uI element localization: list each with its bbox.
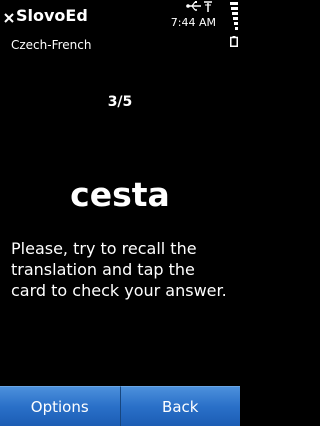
- options-button[interactable]: Options: [0, 386, 121, 426]
- app-title: SlovoEd: [16, 6, 88, 25]
- status-bar: SlovoEd Czech-French 7:44 AM: [0, 0, 240, 60]
- usb-icon: [186, 1, 201, 11]
- card-progress: 3/5: [107, 94, 133, 110]
- close-icon[interactable]: [2, 11, 16, 25]
- flashcard-instruction[interactable]: Please, try to recall the translation an…: [11, 238, 235, 301]
- signal-bars-icon: [230, 2, 238, 32]
- flashcard-word[interactable]: cesta: [0, 175, 240, 214]
- dictionary-direction: Czech-French: [11, 38, 92, 52]
- back-button[interactable]: Back: [120, 386, 240, 426]
- battery-icon: [230, 36, 238, 47]
- clock: 7:44 AM: [170, 16, 216, 29]
- softkey-bar: Options Back: [0, 386, 240, 426]
- connection-icon: [204, 1, 212, 12]
